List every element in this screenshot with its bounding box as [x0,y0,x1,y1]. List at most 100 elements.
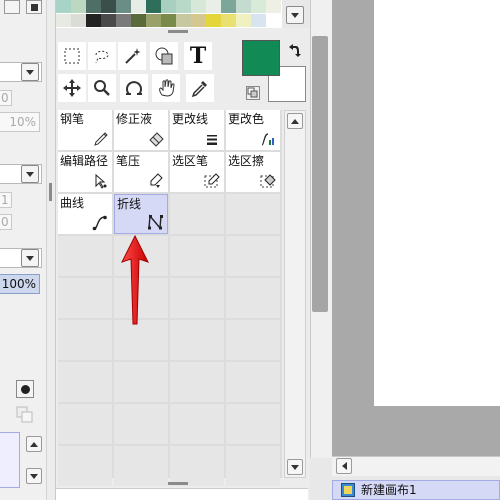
rect-select-icon[interactable] [58,42,86,70]
empty-tool-slot[interactable] [170,278,224,318]
tool-cell-selected[interactable]: 折线 [114,194,168,234]
palette-swatch[interactable] [176,0,191,13]
palette-swatch[interactable] [266,14,281,27]
palette-swatch[interactable] [236,0,251,13]
palette-swatch[interactable] [131,0,146,13]
palette-swatch[interactable] [101,0,116,13]
empty-tool-slot[interactable] [226,194,280,234]
palette-swatch[interactable] [146,14,161,27]
palette-swatch[interactable] [221,0,236,13]
text-tool-icon[interactable]: T [184,42,212,70]
empty-tool-slot[interactable] [226,362,280,402]
empty-tool-slot[interactable] [58,446,112,486]
palette-swatch[interactable] [116,14,131,27]
density-field[interactable]: 10% [0,112,40,132]
hand-icon[interactable] [152,74,180,102]
tool-cell[interactable]: 更改色 [226,110,280,150]
palette-swatch[interactable] [176,14,191,27]
empty-tool-slot[interactable] [170,320,224,360]
left-top-button[interactable] [4,0,20,14]
empty-tool-slot[interactable] [114,446,168,486]
palette-swatch[interactable] [206,14,221,27]
brush-size-field[interactable] [0,62,42,82]
scroll-down-button[interactable] [26,468,42,484]
blend-mode-field[interactable] [0,164,42,184]
move-icon[interactable] [58,74,86,102]
palette-swatch[interactable] [86,14,101,27]
scroll-left-button[interactable] [336,458,352,474]
empty-tool-slot[interactable] [170,404,224,444]
lasso-icon[interactable] [88,42,116,70]
palette-swatch[interactable] [251,0,266,13]
palette-swatch[interactable] [236,14,251,27]
opacity-field[interactable]: 100% [0,274,40,294]
palette-swatch[interactable] [161,0,176,13]
empty-tool-slot[interactable] [170,194,224,234]
empty-tool-slot[interactable] [226,278,280,318]
record-icon[interactable] [16,380,34,398]
empty-tool-slot[interactable] [170,362,224,402]
reset-colors-icon[interactable] [246,86,260,100]
palette-swatch[interactable] [146,0,161,13]
chevron-down-icon[interactable] [21,249,39,267]
empty-tool-slot[interactable] [226,446,280,486]
empty-tool-slot[interactable] [170,236,224,276]
palette-swatch[interactable] [116,0,131,13]
panel-grip-top[interactable] [168,30,188,33]
empty-tool-slot[interactable] [58,362,112,402]
empty-tool-slot[interactable] [58,404,112,444]
foreground-color-swatch[interactable] [242,40,280,76]
empty-tool-slot[interactable] [114,362,168,402]
scroll-up-button[interactable] [26,436,42,452]
palette-swatch[interactable] [86,0,101,13]
palette-swatch[interactable] [71,14,86,27]
canvas-horizontal-scrollbar[interactable] [332,456,500,476]
palette-swatch[interactable] [131,14,146,27]
palette-swatch[interactable] [56,0,71,13]
document-tab[interactable]: 新建画布1 [332,480,500,500]
empty-tool-slot[interactable] [170,446,224,486]
scroll-up-button[interactable] [287,113,303,129]
empty-tool-slot[interactable] [114,404,168,444]
tool-cell[interactable]: 选区擦 [226,152,280,192]
palette-swatch[interactable] [191,0,206,13]
tool-cell[interactable]: 更改线 [170,110,224,150]
rotate-icon[interactable] [120,74,148,102]
tool-cell[interactable]: 编辑路径 [58,152,112,192]
palette-swatch[interactable] [161,14,176,27]
tool-cell[interactable]: 曲线 [58,194,112,234]
palette-swatch[interactable] [191,14,206,27]
tool-cell[interactable]: 钢笔 [58,110,112,150]
empty-tool-slot[interactable] [226,320,280,360]
tool-grid-scrollbar[interactable] [284,110,306,478]
splitter-grip[interactable] [49,183,52,201]
palette-menu-button[interactable] [286,6,304,24]
canvas-paper[interactable] [374,0,500,406]
palette-swatch[interactable] [56,14,71,27]
vertical-scroll-thumb[interactable] [312,36,328,312]
param-value-1[interactable]: 1 [0,192,12,208]
min-size-value[interactable]: 0 [0,90,12,106]
left-splitter[interactable] [46,0,56,500]
palette-swatch[interactable] [221,14,236,27]
scroll-down-button[interactable] [287,459,303,475]
empty-tool-slot[interactable] [226,404,280,444]
texture-field[interactable] [0,248,42,268]
magic-wand-icon[interactable] [118,42,146,70]
eyedropper-icon[interactable] [186,74,214,102]
tool-cell[interactable]: 选区笔 [170,152,224,192]
palette-swatch[interactable] [71,0,86,13]
chevron-down-icon[interactable] [21,63,39,81]
palette-swatch[interactable] [101,14,116,27]
left-top-button-2[interactable] [26,0,42,14]
tool-cell[interactable]: 笔压 [114,152,168,192]
brush-preview-list[interactable] [0,432,20,488]
param-value-2[interactable]: 0 [0,214,12,230]
zoom-icon[interactable] [88,74,116,102]
chevron-down-icon[interactable] [21,165,39,183]
empty-tool-slot[interactable] [58,236,112,276]
shape-select-icon[interactable] [150,42,178,70]
palette-swatch[interactable] [251,14,266,27]
swap-colors-icon[interactable] [286,42,302,58]
empty-tool-slot[interactable] [226,236,280,276]
